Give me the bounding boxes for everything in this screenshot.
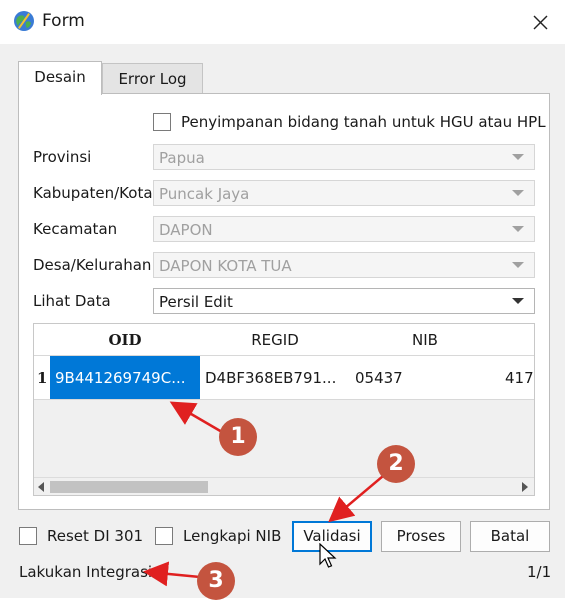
kabupaten-label: Kabupaten/Kota — [33, 184, 153, 202]
lihat-data-value: Persil Edit — [159, 293, 233, 311]
desa-label: Desa/Kelurahan — [33, 256, 152, 274]
chevron-down-icon — [512, 262, 524, 268]
app-globe-icon — [13, 10, 35, 32]
row-header-corner — [34, 324, 51, 356]
provinsi-select[interactable]: Papua — [153, 144, 535, 170]
tab-desain[interactable]: Desain — [18, 61, 102, 95]
table-cell-extra[interactable]: 417 — [500, 356, 534, 400]
scroll-left-icon[interactable] — [37, 482, 45, 492]
hgu-hpl-checkbox[interactable] — [153, 113, 171, 131]
lengkapi-nib-label: Lengkapi NIB — [183, 527, 282, 545]
desa-value: DAPON KOTA TUA — [159, 257, 292, 275]
column-header-nib[interactable]: NIB — [350, 324, 501, 356]
reset-di301-checkbox[interactable] — [19, 527, 37, 545]
column-header-oid[interactable]: OID — [50, 324, 201, 356]
provinsi-value: Papua — [159, 149, 205, 167]
desa-select[interactable]: DAPON KOTA TUA — [153, 252, 535, 278]
mouse-cursor-icon — [319, 543, 337, 568]
row-number[interactable]: 1 — [34, 356, 51, 400]
close-button[interactable] — [518, 6, 562, 38]
title-bar: Form — [0, 0, 565, 44]
kecamatan-select[interactable]: DAPON — [153, 216, 535, 242]
table-cell-regid[interactable]: D4BF368EB791... — [200, 356, 351, 400]
kabupaten-select[interactable]: Puncak Jaya — [153, 180, 535, 206]
kecamatan-label: Kecamatan — [33, 220, 118, 238]
data-table[interactable]: OID REGID NIB 1 9B441269749C... D4BF368E… — [33, 323, 535, 496]
chevron-down-icon — [512, 154, 524, 160]
page-counter: 1/1 — [527, 563, 552, 581]
window-title: Form — [42, 11, 85, 31]
chevron-down-icon — [512, 298, 524, 304]
close-icon — [533, 15, 548, 30]
kecamatan-value: DAPON — [159, 221, 213, 239]
chevron-down-icon — [512, 226, 524, 232]
table-cell-oid[interactable]: 9B441269749C... — [50, 356, 201, 400]
column-header-extra[interactable] — [500, 324, 534, 356]
horizontal-scrollbar[interactable] — [34, 477, 534, 495]
hgu-hpl-label: Penyimpanan bidang tanah untuk HGU atau … — [181, 113, 546, 131]
lengkapi-nib-checkbox[interactable] — [155, 527, 173, 545]
tab-error-log[interactable]: Error Log — [102, 63, 203, 94]
annotation-badge-3: 3 — [197, 562, 235, 600]
reset-di301-label: Reset DI 301 — [47, 527, 144, 545]
table-cell-nib[interactable]: 05437 — [350, 356, 501, 400]
annotation-badge-1: 1 — [219, 418, 257, 456]
column-header-regid[interactable]: REGID — [200, 324, 351, 356]
kabupaten-value: Puncak Jaya — [159, 185, 250, 203]
lihat-data-select[interactable]: Persil Edit — [153, 288, 535, 314]
scroll-right-icon[interactable] — [521, 482, 529, 492]
provinsi-label: Provinsi — [33, 148, 92, 166]
chevron-down-icon — [512, 190, 524, 196]
annotation-badge-2: 2 — [377, 445, 415, 483]
status-text: Lakukan Integrasi — [19, 563, 153, 581]
scrollbar-thumb[interactable] — [50, 481, 208, 493]
lihat-data-label: Lihat Data — [33, 292, 111, 310]
proses-button[interactable]: Proses — [381, 521, 461, 552]
batal-button[interactable]: Batal — [470, 521, 550, 552]
